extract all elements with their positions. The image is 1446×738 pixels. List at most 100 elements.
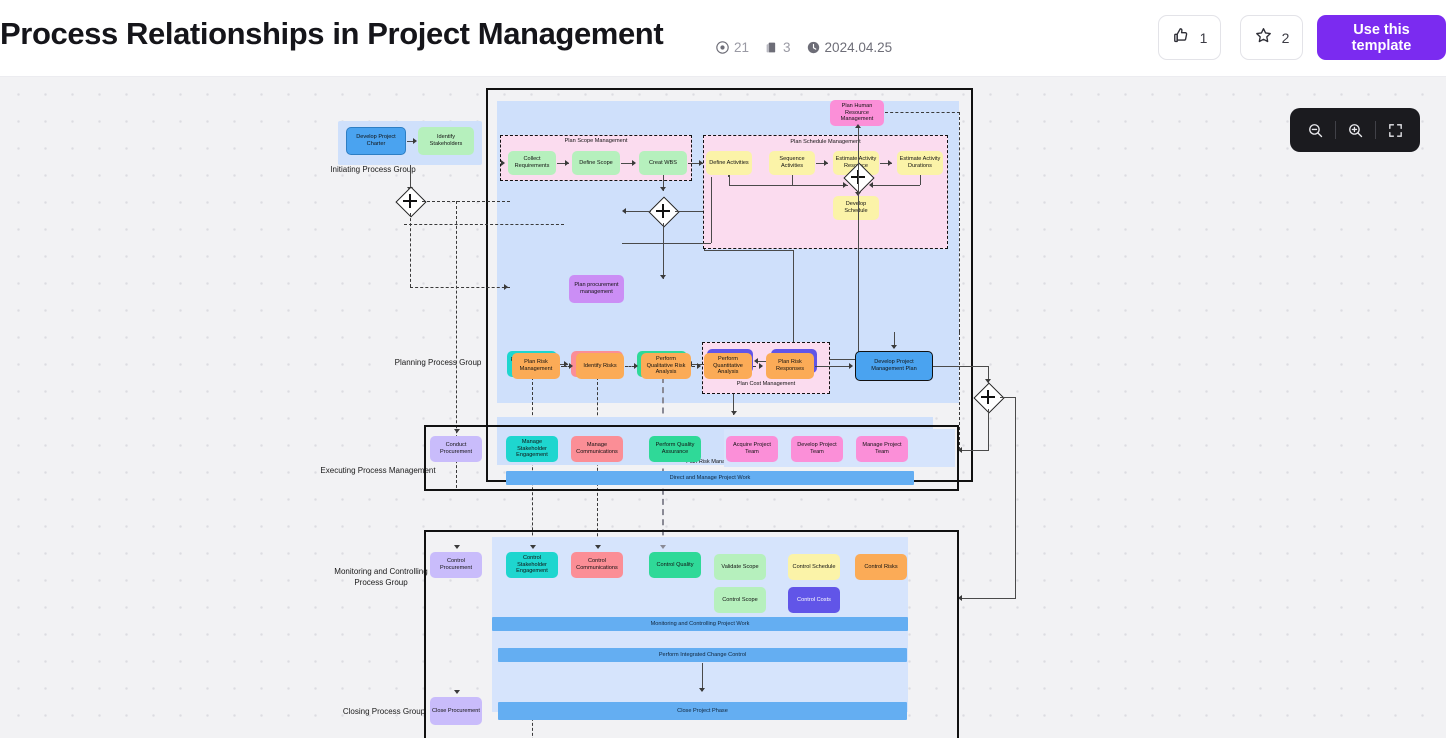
- node-develop-project-management-plan[interactable]: Develop Project Management Plan: [855, 351, 933, 381]
- node-control-costs[interactable]: Control Costs: [788, 587, 840, 613]
- edge-hr-dashed-right: [885, 112, 960, 113]
- arrow-control-communications: [594, 545, 601, 549]
- edge-hr-dashed-down: [959, 112, 960, 332]
- page-meta: 21 3 2024.04.25: [716, 36, 892, 58]
- plan-schedule-label: Plan Schedule Management: [790, 139, 861, 145]
- node-perform-quantitative-analysis[interactable]: Perform Quantitative Analysis: [704, 353, 752, 379]
- node-control-quality[interactable]: Control Quality: [649, 552, 701, 578]
- band-direct-and-manage-project-work[interactable]: Direct and Manage Project Work: [506, 471, 914, 485]
- diagram-canvas[interactable]: Initiating Process Group Planning Proces…: [0, 77, 1446, 738]
- node-manage-project-team[interactable]: Manage Project Team: [856, 436, 908, 462]
- star-button[interactable]: 2: [1240, 15, 1303, 60]
- thumbs-up-icon: [1172, 26, 1191, 50]
- copies-count: 3: [783, 39, 791, 55]
- arrow-control-stakeholder: [529, 545, 536, 549]
- node-define-activities[interactable]: Define Activities: [706, 151, 752, 175]
- node-conduct-procurement[interactable]: Conduct Procurement: [430, 436, 482, 462]
- node-perform-quality-assurance[interactable]: Perform Quality Assurance: [649, 436, 701, 462]
- edge-gate2-to-procurement: [626, 210, 651, 212]
- zoom-out-icon[interactable]: [1300, 115, 1330, 145]
- node-control-schedule[interactable]: Control Schedule: [788, 554, 840, 580]
- edge-hr-up-arrow: [855, 124, 861, 128]
- fullscreen-icon[interactable]: [1380, 115, 1410, 145]
- edge-wbs-down-arrow: [660, 187, 666, 191]
- node-develop-project-charter[interactable]: Develop Project Charter: [346, 127, 406, 155]
- node-develop-project-team[interactable]: Develop Project Team: [791, 436, 843, 462]
- edge-sequence-down: [791, 175, 793, 185]
- page-title: Process Relationships in Project Managem…: [0, 16, 664, 51]
- edge-gate1-right: [422, 201, 510, 202]
- edge-define-to-wbs-arrow: [632, 159, 636, 166]
- edge-gate2-right-across: [704, 250, 794, 252]
- gateway-right: [973, 382, 1005, 414]
- node-control-scope[interactable]: Control Scope: [714, 587, 766, 613]
- eye-icon: [716, 40, 729, 54]
- like-button[interactable]: 1: [1158, 15, 1221, 60]
- node-control-communications[interactable]: Control Communications: [571, 552, 623, 578]
- plan-cost-label: Plan Cost Management: [736, 381, 796, 387]
- edge-collect-to-define-arrow: [565, 159, 569, 166]
- node-control-stakeholder-engagement[interactable]: Control Stakeholder Engagement: [506, 552, 558, 578]
- zoom-divider-2: [1374, 121, 1376, 139]
- node-plan-procurement-management[interactable]: Plan procurement management: [569, 275, 624, 303]
- use-this-template-button[interactable]: Use this template: [1317, 15, 1446, 60]
- lane-label-monitoring: Monitoring and Controlling Process Group: [334, 567, 428, 587]
- node-plan-human-resource-management[interactable]: Plan Human Resource Management: [830, 100, 884, 126]
- lane-label-closing: Closing Process Group: [342, 707, 426, 716]
- edge-gate2-right: [675, 210, 705, 212]
- views-count: 21: [734, 39, 750, 55]
- node-creat-wbs[interactable]: Creat WBS: [639, 151, 687, 175]
- band-monitoring-and-controlling-project-work[interactable]: Monitoring and Controlling Project Work: [492, 617, 908, 631]
- edge-gate-right-out: [1000, 397, 1016, 399]
- node-estimate-activity-durations[interactable]: Estimate Activity Durations: [897, 151, 943, 175]
- edge-sequence-to-resource-arrow: [824, 159, 828, 166]
- edge-scope-in-arrow: [501, 159, 505, 166]
- node-collect-requirements[interactable]: Collect Requirements: [508, 151, 556, 175]
- node-develop-schedule[interactable]: Develop Schedule: [833, 196, 879, 220]
- node-sequence-activities[interactable]: Sequence Activities: [769, 151, 815, 175]
- edge-gate-left-to-executing: [962, 450, 988, 452]
- edge-dashed-to-procurement: [404, 224, 564, 225]
- edge-gate1-to-stakeholder-mgmt-arrow: [504, 284, 508, 290]
- zoom-in-icon[interactable]: [1340, 115, 1370, 145]
- date-meta: 2024.04.25: [807, 40, 892, 55]
- edge-risk1-2-arrow: [569, 363, 573, 369]
- node-manage-communications[interactable]: Manage Communications: [571, 436, 623, 462]
- node-manage-stakeholder-engagement[interactable]: Manage Stakeholder Engagement: [506, 436, 558, 462]
- edge-cost-down-to-risk-arrow: [730, 411, 737, 415]
- node-perform-qualitative-risk-analysis[interactable]: Perform Qualitative Risk Analysis: [641, 353, 691, 379]
- edge-define-activities-down: [728, 175, 730, 185]
- node-acquire-project-team[interactable]: Acquire Project Team: [726, 436, 778, 462]
- clock-icon: [807, 41, 820, 54]
- star-count: 2: [1281, 29, 1290, 46]
- node-identify-risks[interactable]: Identify Risks: [576, 353, 624, 379]
- edge-gate-left-down: [987, 409, 989, 451]
- band-perform-integrated-change-control[interactable]: Perform Integrated Change Control: [498, 648, 907, 662]
- like-count: 1: [1199, 29, 1208, 46]
- node-control-risks[interactable]: Control Risks: [855, 554, 907, 580]
- views-meta: 21: [716, 40, 749, 55]
- edge-hr-vertical: [857, 126, 859, 272]
- node-plan-risk-management[interactable]: Plan Risk Management: [512, 353, 560, 379]
- node-define-scope[interactable]: Define Scope: [572, 151, 620, 175]
- node-close-procurement[interactable]: Close Procurement: [430, 697, 482, 725]
- edge-resource-to-durations-arrow: [888, 159, 892, 166]
- zoom-controls[interactable]: [1290, 108, 1420, 152]
- edge-risk2-3-arrow: [634, 363, 638, 369]
- node-identify-stakeholders[interactable]: Identify Stakeholders: [418, 127, 474, 155]
- page-header: Process Relationships in Project Managem…: [0, 0, 1446, 77]
- node-validate-scope[interactable]: Validate Scope: [714, 554, 766, 580]
- edge-risk3-4-arrow: [697, 363, 701, 369]
- edge-charter-to-stakeholders-arrow: [413, 137, 417, 144]
- lane-label-executing: Executing Process Management: [320, 466, 436, 475]
- band-close-project-phase[interactable]: Close Project Phase: [498, 702, 907, 720]
- node-control-procurement[interactable]: Control Procurement: [430, 552, 482, 578]
- node-plan-risk-responses[interactable]: Plan Risk Responses: [766, 353, 814, 379]
- edge-change-control-to-close: [701, 663, 703, 691]
- gateway-initiating: [395, 186, 427, 218]
- arrow-control-procurement: [453, 545, 460, 549]
- edge-durations-to-gate3-arrow: [869, 181, 873, 188]
- edge-dashed-right-column: [959, 332, 960, 450]
- edge-gate-right-down: [1015, 397, 1017, 599]
- arrow-close-procurement: [453, 690, 460, 694]
